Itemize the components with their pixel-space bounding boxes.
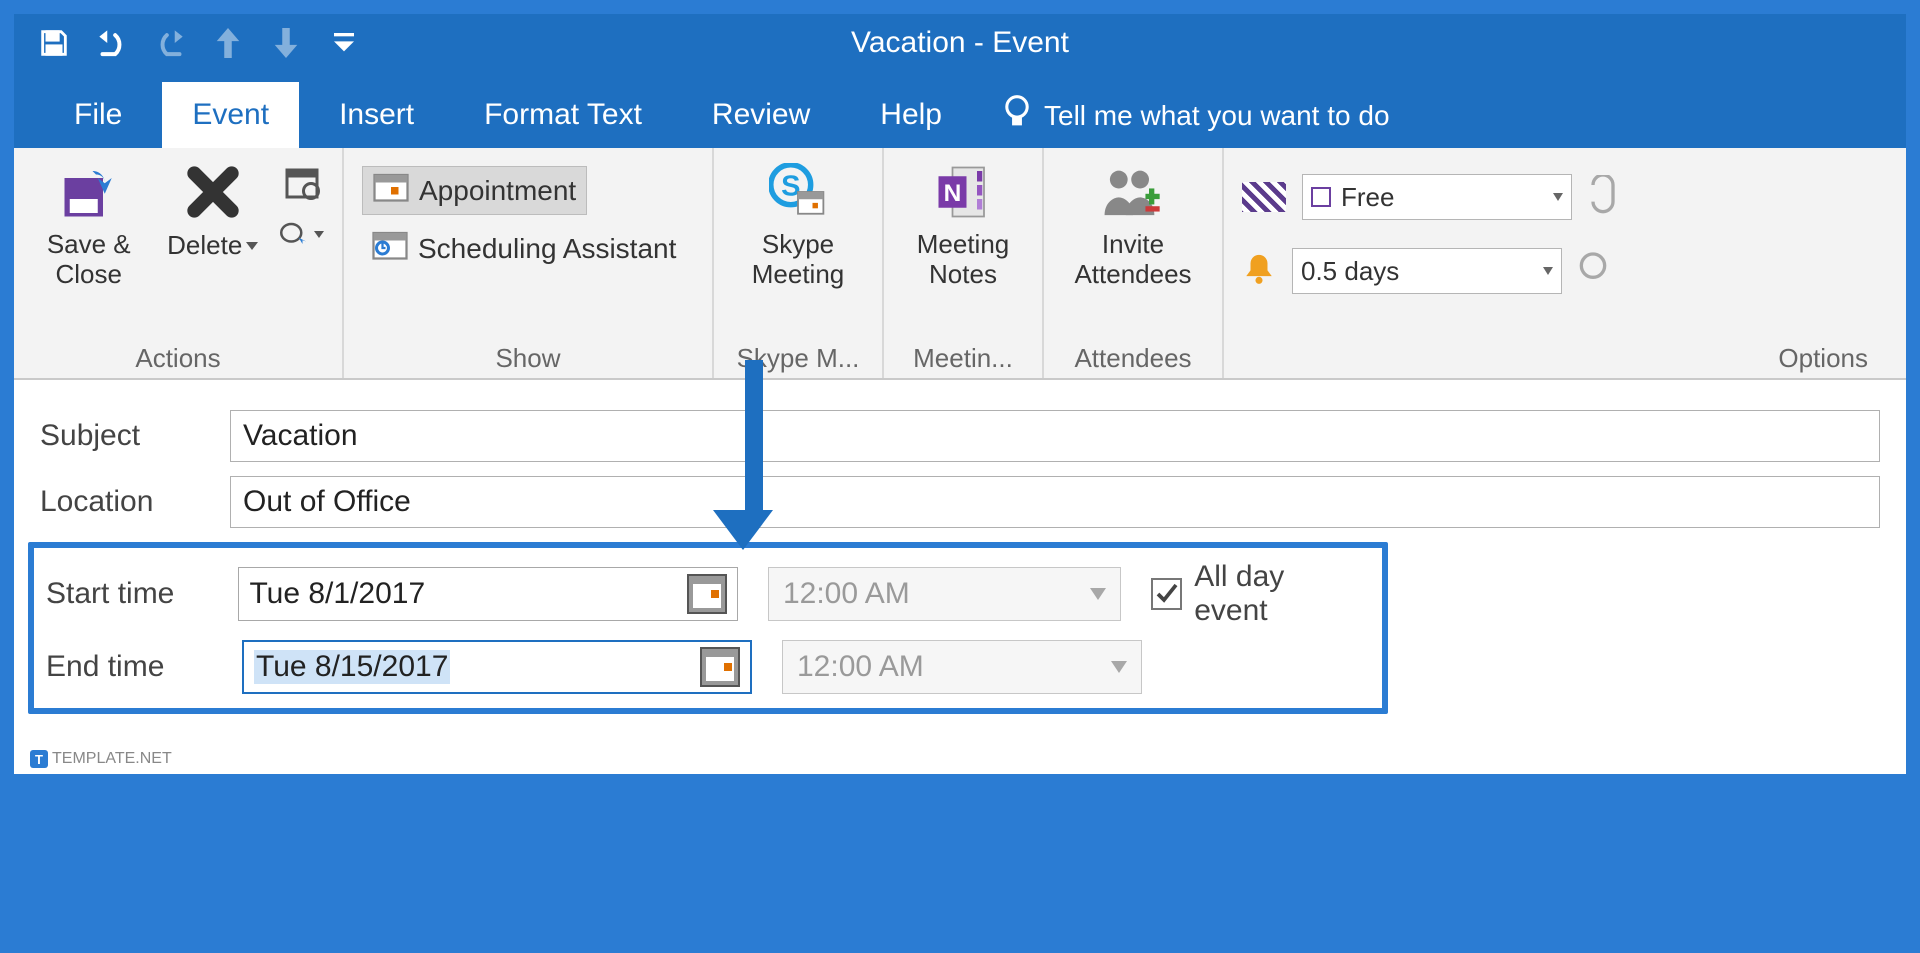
reminder-dropdown[interactable]: 0.5 days bbox=[1292, 248, 1562, 294]
group-options: Free 0.5 days bbox=[1224, 148, 1906, 378]
end-date-input[interactable]: Tue 8/15/2017 bbox=[242, 640, 752, 694]
save-close-icon bbox=[57, 160, 121, 224]
group-actions-label: Actions bbox=[32, 343, 324, 374]
end-time-label: End time bbox=[34, 650, 212, 684]
reminder-value: 0.5 days bbox=[1301, 256, 1399, 287]
end-time-input[interactable]: 12:00 AM bbox=[782, 640, 1142, 694]
group-notes: N MeetingNotes Meetin... bbox=[884, 148, 1044, 378]
chevron-down-icon bbox=[314, 231, 324, 238]
skype-icon: S bbox=[766, 160, 830, 224]
show-as-icon bbox=[1242, 182, 1286, 212]
tab-file[interactable]: File bbox=[44, 82, 152, 148]
scheduling-label: Scheduling Assistant bbox=[418, 233, 676, 265]
appointment-label: Appointment bbox=[419, 175, 576, 207]
delete-button[interactable]: Delete bbox=[165, 160, 260, 261]
checkbox-icon bbox=[1151, 578, 1182, 610]
all-day-label: All day event bbox=[1194, 560, 1362, 628]
titlebar: Vacation - Event bbox=[14, 14, 1906, 72]
qat-customize-icon[interactable] bbox=[324, 23, 364, 63]
calendar-picker-icon[interactable] bbox=[687, 574, 727, 614]
time-fields-highlight: Start time Tue 8/1/2017 12:00 AM All day… bbox=[28, 542, 1388, 714]
subject-input[interactable]: Vacation bbox=[230, 410, 1880, 462]
calendar-small-icon[interactable] bbox=[280, 160, 324, 204]
group-notes-label: Meetin... bbox=[902, 343, 1024, 374]
start-time-input[interactable]: 12:00 AM bbox=[768, 567, 1121, 621]
meeting-notes-button[interactable]: N MeetingNotes bbox=[902, 160, 1024, 290]
tab-event[interactable]: Event bbox=[162, 82, 299, 148]
calendar-picker-icon[interactable] bbox=[700, 647, 740, 687]
group-actions: Save & Close Delete bbox=[14, 148, 344, 378]
svg-text:N: N bbox=[944, 180, 962, 207]
group-show-label: Show bbox=[362, 343, 694, 374]
scheduling-assistant-button[interactable]: Scheduling Assistant bbox=[362, 225, 686, 272]
save-icon[interactable] bbox=[34, 23, 74, 63]
location-input[interactable]: Out of Office bbox=[230, 476, 1880, 528]
tell-me-search[interactable]: Tell me what you want to do bbox=[1002, 95, 1390, 148]
outlook-event-window: Vacation - Event File Event Insert Forma… bbox=[12, 12, 1908, 776]
start-time-label: Start time bbox=[34, 577, 208, 611]
attendees-icon bbox=[1101, 160, 1165, 224]
save-close-label: Save & Close bbox=[32, 230, 145, 290]
location-label: Location bbox=[40, 485, 230, 519]
chevron-down-icon bbox=[1553, 193, 1563, 201]
group-attendees: InviteAttendees Attendees bbox=[1044, 148, 1224, 378]
ribbon-tabs: File Event Insert Format Text Review Hel… bbox=[14, 72, 1906, 148]
delete-icon bbox=[181, 160, 245, 224]
forward-icon[interactable] bbox=[280, 212, 324, 256]
chevron-down-icon bbox=[1111, 661, 1127, 673]
group-show: Appointment Scheduling Assistant Show bbox=[344, 148, 714, 378]
arrow-up-icon[interactable] bbox=[208, 23, 248, 63]
arrow-down-icon[interactable] bbox=[266, 23, 306, 63]
save-and-close-button[interactable]: Save & Close bbox=[32, 160, 145, 290]
annotation-arrow bbox=[734, 360, 774, 560]
appointment-button[interactable]: Appointment bbox=[362, 166, 587, 215]
free-color-icon bbox=[1311, 187, 1331, 207]
all-day-checkbox[interactable]: All day event bbox=[1151, 560, 1362, 628]
invite-attendees-button[interactable]: InviteAttendees bbox=[1062, 160, 1204, 290]
chevron-down-icon bbox=[1543, 267, 1553, 275]
tab-format-text[interactable]: Format Text bbox=[454, 82, 672, 148]
chevron-down-icon bbox=[246, 242, 258, 250]
tab-review[interactable]: Review bbox=[682, 82, 840, 148]
tab-help[interactable]: Help bbox=[850, 82, 972, 148]
group-options-label: Options bbox=[1242, 343, 1888, 374]
group-attendees-label: Attendees bbox=[1062, 343, 1204, 374]
show-as-value: Free bbox=[1341, 182, 1394, 213]
group-skype: S SkypeMeeting Skype M... bbox=[714, 148, 884, 378]
ribbon: Save & Close Delete bbox=[14, 148, 1906, 380]
show-as-dropdown[interactable]: Free bbox=[1302, 174, 1572, 220]
tell-me-label: Tell me what you want to do bbox=[1044, 100, 1390, 132]
quick-access-toolbar bbox=[14, 23, 384, 63]
scheduling-icon bbox=[372, 229, 408, 268]
onenote-icon: N bbox=[931, 160, 995, 224]
bell-icon bbox=[1242, 252, 1276, 291]
start-date-input[interactable]: Tue 8/1/2017 bbox=[238, 567, 738, 621]
lightbulb-icon bbox=[1002, 95, 1032, 136]
subject-label: Subject bbox=[40, 419, 230, 453]
tab-insert[interactable]: Insert bbox=[309, 82, 444, 148]
skype-meeting-button[interactable]: S SkypeMeeting bbox=[732, 160, 864, 290]
delete-label: Delete bbox=[167, 230, 242, 261]
undo-icon[interactable] bbox=[92, 23, 132, 63]
event-form: Subject Vacation Location Out of Office … bbox=[14, 380, 1906, 774]
recurrence-icon[interactable] bbox=[1588, 175, 1618, 220]
calendar-icon bbox=[373, 171, 409, 210]
more-icon[interactable] bbox=[1578, 249, 1608, 294]
watermark: TTEMPLATE.NET bbox=[30, 750, 172, 768]
chevron-down-icon bbox=[1090, 588, 1106, 600]
redo-icon[interactable] bbox=[150, 23, 190, 63]
